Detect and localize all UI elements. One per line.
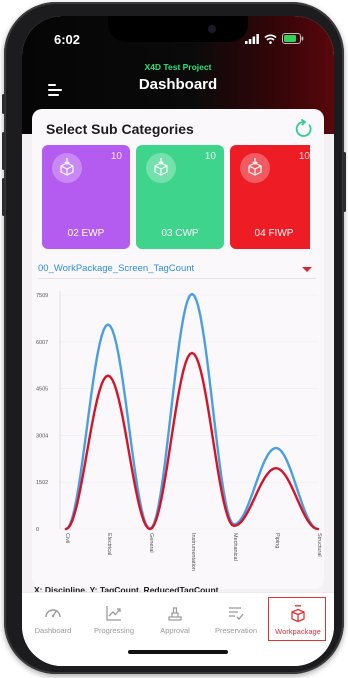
- x-tick-label: Civil: [64, 533, 70, 543]
- x-tick-label: Mechanical: [232, 533, 238, 561]
- trend-chart-icon: [106, 606, 121, 621]
- tile-icon-circle: [240, 153, 270, 183]
- wifi-icon: [264, 34, 277, 44]
- phone-frame: 6:02 X4D Test Project Dashboard Select S…: [2, 2, 346, 674]
- tile-label: 04 FIWP: [254, 228, 294, 239]
- tab-label: Workpackage: [275, 627, 321, 636]
- x-tick-label: Instrumentation: [190, 533, 196, 571]
- bottom-tab-bar: Dashboard Progressing Approval Preservat…: [22, 592, 334, 666]
- page-title: Dashboard: [138, 76, 218, 93]
- y-tick-label: 3004: [36, 433, 48, 439]
- tab-workpackage[interactable]: Workpackage: [268, 597, 326, 641]
- tab-label: Dashboard: [34, 626, 72, 635]
- tile-label: 02 EWP: [67, 228, 105, 239]
- tab-progressing[interactable]: Progressing: [85, 597, 143, 641]
- tile-count: 10: [298, 151, 310, 162]
- volume-down-button: [2, 178, 5, 216]
- y-tick-label: 1502: [36, 480, 48, 486]
- y-tick-label: 4505: [36, 387, 48, 393]
- refresh-icon[interactable]: [294, 119, 314, 139]
- screen: 6:02 X4D Test Project Dashboard Select S…: [22, 16, 334, 666]
- checklist-icon: [229, 607, 244, 620]
- screen-selector[interactable]: 00_WorkPackage_Screen_TagCount: [38, 261, 316, 279]
- signal-icon: [245, 33, 259, 44]
- x-tick-label: Structural: [316, 533, 322, 557]
- sub-categories-card: Select Sub Categories 10 02 EWP 10 03 CW…: [32, 109, 324, 595]
- tile-cwp[interactable]: 10 03 CWP: [136, 145, 224, 249]
- y-tick-label: 6007: [36, 340, 48, 346]
- tile-count: 10: [110, 151, 122, 162]
- package-download-icon: [248, 158, 262, 176]
- status-icons: [245, 33, 304, 44]
- battery-icon: [282, 33, 304, 44]
- y-tick-label: 7509: [36, 293, 48, 299]
- tile-count: 10: [204, 151, 216, 162]
- tile-icon-circle: [52, 153, 82, 183]
- approval-icon: [168, 607, 182, 621]
- x-tick-label: General: [148, 533, 154, 553]
- x-tick-label: Electrical: [106, 533, 112, 555]
- dropdown-arrow-icon[interactable]: [302, 267, 312, 272]
- volume-up-button: [2, 132, 5, 170]
- tile-ewp[interactable]: 10 02 EWP: [42, 145, 130, 249]
- category-tiles: 10 02 EWP 10 03 CWP 10 04 FIWP: [42, 145, 310, 249]
- power-button: [343, 152, 346, 212]
- card-title: Select Sub Categories: [46, 121, 194, 137]
- x-tick-label: Piping: [274, 533, 280, 548]
- screen-selector-value: 00_WorkPackage_Screen_TagCount: [38, 263, 195, 274]
- tab-label: Progressing: [93, 626, 135, 635]
- status-time: 6:02: [54, 32, 81, 47]
- series-line-1: [64, 351, 320, 531]
- package-icon: [291, 605, 305, 623]
- tab-preservation[interactable]: Preservation: [207, 597, 265, 641]
- tag-count-chart: 0 1502 3004 4505 6007 7509 Civil Electrical Gene…: [36, 291, 322, 571]
- tab-label: Preservation: [214, 626, 258, 635]
- gauge-icon: [45, 609, 61, 618]
- notch: [108, 16, 248, 42]
- project-name: X4D Test Project: [144, 62, 212, 72]
- tile-icon-circle: [146, 153, 176, 183]
- mute-switch: [2, 94, 5, 114]
- tab-label: Approval: [160, 626, 190, 635]
- tile-fiwp[interactable]: 10 04 FIWP: [230, 145, 310, 249]
- y-tick-label: 0: [36, 527, 39, 533]
- tile-label: 03 CWP: [161, 228, 199, 239]
- tab-approval[interactable]: Approval: [146, 597, 204, 641]
- home-indicator: [128, 650, 228, 654]
- hamburger-menu-icon[interactable]: [48, 84, 62, 96]
- package-download-icon: [60, 158, 74, 176]
- front-camera: [208, 25, 216, 33]
- tab-dashboard[interactable]: Dashboard: [24, 597, 82, 641]
- series-line-0: [64, 292, 320, 531]
- package-download-icon: [154, 158, 168, 176]
